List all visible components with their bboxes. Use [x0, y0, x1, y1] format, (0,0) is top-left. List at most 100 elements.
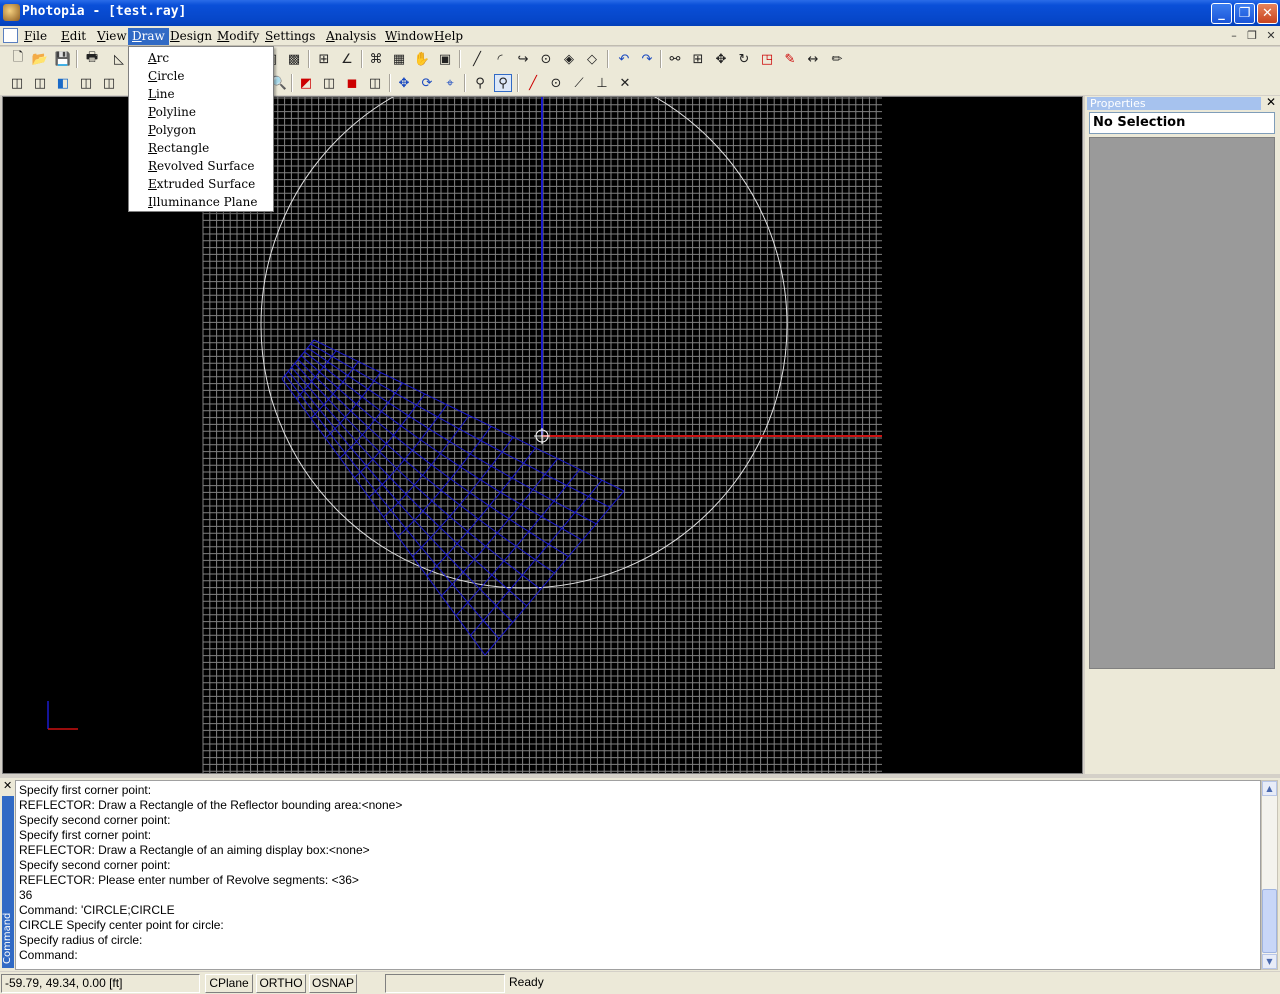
print-icon[interactable]: 🖶: [83, 50, 101, 68]
ortho-button[interactable]: ORTHO: [256, 974, 306, 993]
snap-icon[interactable]: ⚲: [471, 74, 489, 92]
angle-icon[interactable]: ∠: [338, 50, 356, 68]
image-icon[interactable]: ▩: [285, 50, 303, 68]
menu-modify[interactable]: Modify: [213, 28, 263, 45]
shade-icon[interactable]: ◩: [297, 74, 315, 92]
menu-file[interactable]: File: [20, 28, 51, 45]
scroll-thumb[interactable]: [1262, 889, 1277, 953]
command-scrollbar[interactable]: ▲ ▼: [1261, 780, 1278, 970]
command-line: Command: 'CIRCLE;CIRCLE: [19, 903, 175, 917]
save-icon[interactable]: 💾: [54, 50, 72, 68]
properties-panel: Properties ✕ No Selection: [1085, 96, 1280, 774]
orbit-icon[interactable]: ⟳: [418, 74, 436, 92]
snap-active-icon[interactable]: ⚲: [494, 74, 512, 92]
restore-button[interactable]: ❐: [1234, 3, 1255, 24]
intersection-snap-icon[interactable]: ✕: [616, 74, 634, 92]
grid-icon[interactable]: ⊞: [315, 50, 333, 68]
draw-menu-arc[interactable]: Arc: [130, 49, 272, 67]
mdi-close-button[interactable]: ✕: [1264, 29, 1278, 43]
toolbar-separator: [389, 74, 391, 92]
menu-settings[interactable]: Settings: [261, 28, 319, 45]
progress-field: [385, 974, 505, 993]
scroll-down-icon[interactable]: ▼: [1262, 954, 1277, 969]
circle-tool-icon[interactable]: ⊙: [537, 50, 555, 68]
osnap-button[interactable]: OSNAP: [309, 974, 357, 993]
center-snap-icon[interactable]: ⊙: [547, 74, 565, 92]
command-tab[interactable]: Command: [2, 796, 14, 968]
array-icon[interactable]: ⊞: [689, 50, 707, 68]
mdi-restore-button[interactable]: ❐: [1245, 29, 1259, 43]
view-front-icon[interactable]: ◫: [31, 74, 49, 92]
cplane-button[interactable]: CPlane: [205, 974, 253, 993]
menu-help[interactable]: Help: [430, 28, 467, 45]
properties-grid[interactable]: [1089, 137, 1275, 669]
view-left-icon[interactable]: ◫: [100, 74, 118, 92]
toolbar-separator: [76, 50, 78, 68]
arc-tool-icon[interactable]: ◜: [491, 50, 509, 68]
new-file-icon[interactable]: 🗋: [9, 50, 27, 68]
rotate-icon[interactable]: ↻: [735, 50, 753, 68]
pencil-icon[interactable]: ✏: [828, 50, 846, 68]
command-log[interactable]: Specify first corner point: REFLECTOR: D…: [15, 780, 1261, 970]
endpoint-snap-icon[interactable]: ╱: [524, 74, 542, 92]
render-icon[interactable]: ▣: [436, 50, 454, 68]
open-folder-icon[interactable]: 📂: [31, 50, 49, 68]
scroll-up-icon[interactable]: ▲: [1262, 781, 1277, 796]
menu-analysis[interactable]: Analysis: [322, 28, 380, 45]
command-line: CIRCLE Specify center point for circle:: [19, 918, 224, 932]
command-line: REFLECTOR: Draw a Rectangle of an aiming…: [19, 843, 370, 857]
midpoint-snap-icon[interactable]: ⟋: [570, 74, 588, 92]
view-right-icon[interactable]: ◧: [54, 74, 72, 92]
wireframe-icon[interactable]: ◫: [320, 74, 338, 92]
draw-menu-revolved-surface[interactable]: Revolved Surface: [130, 157, 272, 175]
perpendicular-snap-icon[interactable]: ⊥: [593, 74, 611, 92]
trim-icon[interactable]: ✎: [781, 50, 799, 68]
render-view-icon[interactable]: ◼: [343, 74, 361, 92]
redo-icon[interactable]: ↷: [638, 50, 656, 68]
draw-menu-circle[interactable]: Circle: [130, 67, 272, 85]
draw-menu-extruded-surface[interactable]: Extruded Surface: [130, 175, 272, 193]
grab-icon[interactable]: ✋: [413, 50, 431, 68]
menu-draw[interactable]: Draw: [128, 28, 169, 45]
menu-view[interactable]: View: [93, 28, 131, 45]
menu-edit[interactable]: Edit: [57, 28, 90, 45]
command-line: REFLECTOR: Draw a Rectangle of the Refle…: [19, 798, 403, 812]
zoom-extents-icon[interactable]: ⌖: [441, 74, 459, 92]
draw-menu-illuminance-plane[interactable]: Illuminance Plane: [130, 193, 272, 211]
properties-selection[interactable]: No Selection: [1089, 112, 1275, 134]
draw-menu-dropdown: Arc Circle Line Polyline Polygon Rectang…: [128, 46, 274, 212]
view-iso-icon[interactable]: ◫: [77, 74, 95, 92]
toolbar-separator: [459, 50, 461, 68]
calculator-icon[interactable]: ▦: [390, 50, 408, 68]
view-top-icon[interactable]: ◫: [8, 74, 26, 92]
pan-icon[interactable]: ✥: [395, 74, 413, 92]
toolbar-separator: [308, 50, 310, 68]
draw-menu-line[interactable]: Line: [130, 85, 272, 103]
app-icon[interactable]: [3, 4, 20, 21]
polyline-tool-icon[interactable]: ↪: [514, 50, 532, 68]
network-icon[interactable]: ⌘: [367, 50, 385, 68]
command-line: REFLECTOR: Please enter number of Revolv…: [19, 873, 359, 887]
scale-icon[interactable]: ◳: [758, 50, 776, 68]
move-icon[interactable]: ✥: [712, 50, 730, 68]
menu-design[interactable]: Design: [166, 28, 216, 45]
close-button[interactable]: ✕: [1257, 3, 1278, 24]
draw-menu-polyline[interactable]: Polyline: [130, 103, 272, 121]
box-icon[interactable]: ◫: [366, 74, 384, 92]
draw-menu-polygon[interactable]: Polygon: [130, 121, 272, 139]
properties-close-icon[interactable]: ✕: [1265, 96, 1277, 109]
minimize-button[interactable]: _: [1211, 3, 1232, 24]
command-panel: ✕ Command Specify first corner point: RE…: [0, 778, 1280, 971]
draw-menu-rectangle[interactable]: Rectangle: [130, 139, 272, 157]
drafting-icon[interactable]: ◺: [110, 50, 128, 68]
surface-tool-icon[interactable]: ◈: [560, 50, 578, 68]
extrude-tool-icon[interactable]: ◇: [583, 50, 601, 68]
line-tool-icon[interactable]: ╱: [468, 50, 486, 68]
mdi-minimize-button[interactable]: –: [1227, 29, 1241, 43]
toolbar-separator: [361, 50, 363, 68]
measure-icon[interactable]: ↔: [804, 50, 822, 68]
link-icon[interactable]: ⚯: [666, 50, 684, 68]
command-close-icon[interactable]: ✕: [3, 780, 13, 792]
document-icon[interactable]: [3, 28, 18, 43]
undo-icon[interactable]: ↶: [615, 50, 633, 68]
